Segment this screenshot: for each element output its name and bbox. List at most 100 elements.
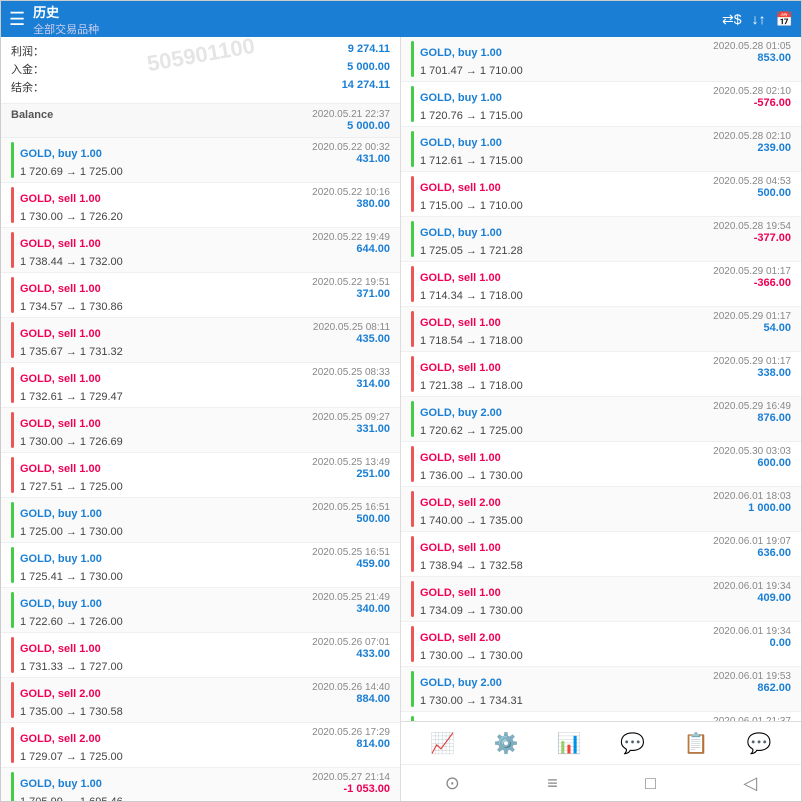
settings-icon[interactable]: ⚙️ — [494, 731, 519, 756]
trade-type: GOLD, buy 1.00 — [420, 92, 502, 104]
bottom-nav: 📈 ⚙️ 📊 💬 📋 💬 ⊙ ≡ □ ◁ — [401, 721, 801, 801]
chart-icon[interactable]: 📈 — [430, 731, 455, 756]
trade-type: GOLD, sell 1.00 — [20, 418, 101, 430]
list-item[interactable]: GOLD, buy 1.00 2020.05.25 16:51 500.00 1… — [1, 498, 400, 543]
back-bar-icon[interactable]: ◁ — [743, 773, 757, 794]
trade-prices: 1 718.54 → 1 718.00 — [420, 335, 791, 347]
news-icon[interactable]: 📋 — [684, 731, 709, 756]
trade-prices: 1 738.94 → 1 732.58 — [420, 560, 791, 572]
list-item[interactable]: GOLD, sell 2.00 2020.06.01 18:03 1 000.0… — [401, 487, 801, 532]
list-item[interactable]: GOLD, buy 2.00 2020.06.01 19:53 862.00 1… — [401, 667, 801, 712]
balance-entry-value: 5 000.00 — [312, 120, 390, 132]
list-item[interactable]: GOLD, buy 1.00 2020.05.27 21:14 -1 053.0… — [1, 768, 400, 801]
list-item[interactable]: GOLD, sell 1.00 2020.06.01 19:07 636.00 … — [401, 532, 801, 577]
list-item[interactable]: GOLD, sell 1.00 2020.05.22 19:51 371.00 … — [1, 273, 400, 318]
trade-date: 2020.05.28 02:10 — [713, 86, 791, 97]
list-item[interactable]: GOLD, sell 1.00 2020.05.22 10:16 380.00 … — [1, 183, 400, 228]
trade-date: 2020.05.29 01:17 — [713, 266, 791, 277]
sort-icon[interactable]: ↓↑ — [752, 11, 766, 27]
balance-label: 结余： — [11, 79, 44, 95]
trade-prices: 1 701.47 → 1 710.00 — [420, 65, 791, 77]
trade-type: GOLD, sell 1.00 — [20, 373, 101, 385]
trade-prices: 1 705.99 → 1 695.46 — [20, 796, 390, 801]
trade-profit: 409.00 — [713, 592, 791, 604]
app-header: ☰ 历史 全部交易品种 ⇄$ ↓↑ 📅 — [1, 1, 801, 37]
trade-profit: 435.00 — [313, 333, 390, 345]
list-item[interactable]: GOLD, buy 1.00 2020.05.25 16:51 459.00 1… — [1, 543, 400, 588]
list-item[interactable]: GOLD, sell 1.00 2020.06.01 19:34 409.00 … — [401, 577, 801, 622]
list-item[interactable]: GOLD, buy 2.00 2020.05.29 16:49 876.00 1… — [401, 397, 801, 442]
chat-icon[interactable]: 💬 — [747, 731, 772, 756]
trade-profit: -576.00 — [713, 97, 791, 109]
messages-icon[interactable]: 💬 — [620, 731, 645, 756]
list-item[interactable]: GOLD, buy 1.00 2020.05.28 19:54 -377.00 … — [401, 217, 801, 262]
trade-profit: 600.00 — [713, 457, 791, 469]
trade-prices: 1 727.51 → 1 725.00 — [20, 481, 390, 493]
analytics-icon[interactable]: 📊 — [557, 731, 582, 756]
trade-profit: 431.00 — [312, 153, 390, 165]
list-item[interactable]: GOLD, buy 1.00 2020.05.28 02:10 239.00 1… — [401, 127, 801, 172]
trade-type: GOLD, sell 1.00 — [420, 272, 501, 284]
list-item[interactable]: GOLD, sell 1.00 2020.05.29 01:17 -366.00… — [401, 262, 801, 307]
trade-profit: -1 053.00 — [312, 783, 390, 795]
transfer-icon[interactable]: ⇄$ — [722, 11, 742, 28]
trade-date: 2020.05.22 19:51 — [312, 277, 390, 288]
list-item[interactable]: GOLD, sell 1.00 2020.05.25 08:33 314.00 … — [1, 363, 400, 408]
trade-prices: 1 725.05 → 1 721.28 — [420, 245, 791, 257]
list-item[interactable]: GOLD, buy 1.00 2020.05.28 01:05 853.00 1… — [401, 37, 801, 82]
trade-prices: 1 729.07 → 1 725.00 — [20, 751, 390, 763]
trade-date: 2020.06.01 19:53 — [713, 671, 791, 682]
balance-entry: Balance 2020.05.21 22:37 5 000.00 — [1, 104, 400, 138]
list-item[interactable]: GOLD, sell 1.00 2020.05.29 01:17 54.00 1… — [401, 307, 801, 352]
menu-bar-icon[interactable]: ≡ — [547, 773, 558, 794]
list-item[interactable]: GOLD, buy 2.00 2020.06.01 21:37 1 000.00… — [401, 712, 801, 721]
trade-prices: 1 740.00 → 1 735.00 — [420, 515, 791, 527]
list-item[interactable]: GOLD, buy 1.00 2020.05.22 00:32 431.00 1… — [1, 138, 400, 183]
square-bar-icon[interactable]: □ — [645, 773, 656, 794]
trade-prices: 1 730.00 → 1 726.69 — [20, 436, 390, 448]
trade-prices: 1 734.57 → 1 730.86 — [20, 301, 390, 313]
trade-type: GOLD, sell 1.00 — [20, 193, 101, 205]
list-item[interactable]: GOLD, sell 1.00 2020.05.26 07:01 433.00 … — [1, 633, 400, 678]
list-item[interactable]: GOLD, sell 1.00 2020.05.25 08:11 435.00 … — [1, 318, 400, 363]
home-bar-icon[interactable]: ⊙ — [445, 773, 460, 794]
list-item[interactable]: GOLD, sell 1.00 2020.05.25 09:27 331.00 … — [1, 408, 400, 453]
balance-value: 14 274.11 — [342, 79, 390, 95]
trade-type: GOLD, sell 1.00 — [420, 317, 501, 329]
trade-date: 2020.05.22 19:49 — [312, 232, 390, 243]
trade-profit: 884.00 — [312, 693, 390, 705]
trade-prices: 1 725.41 → 1 730.00 — [20, 571, 390, 583]
list-item[interactable]: GOLD, sell 2.00 2020.05.26 14:40 884.00 … — [1, 678, 400, 723]
trade-type: GOLD, sell 1.00 — [420, 182, 501, 194]
list-item[interactable]: GOLD, sell 1.00 2020.05.28 04:53 500.00 … — [401, 172, 801, 217]
trade-prices: 1 715.00 → 1 710.00 — [420, 200, 791, 212]
list-item[interactable]: GOLD, buy 1.00 2020.05.28 02:10 -576.00 … — [401, 82, 801, 127]
trade-date: 2020.05.25 09:27 — [312, 412, 390, 423]
trade-prices: 1 712.61 → 1 715.00 — [420, 155, 791, 167]
balance-entry-date: 2020.05.21 22:37 — [312, 109, 390, 120]
trade-profit: 54.00 — [713, 322, 791, 334]
trade-type: GOLD, buy 1.00 — [20, 778, 102, 790]
trade-type: GOLD, sell 1.00 — [20, 463, 101, 475]
trade-profit: -366.00 — [713, 277, 791, 289]
list-item[interactable]: GOLD, sell 1.00 2020.05.30 03:03 600.00 … — [401, 442, 801, 487]
calendar-icon[interactable]: 📅 — [776, 11, 793, 28]
trade-profit: 500.00 — [312, 513, 390, 525]
trade-date: 2020.05.26 07:01 — [312, 637, 390, 648]
menu-icon[interactable]: ☰ — [9, 9, 25, 30]
list-item[interactable]: GOLD, sell 1.00 2020.05.22 19:49 644.00 … — [1, 228, 400, 273]
trade-profit: 433.00 — [312, 648, 390, 660]
trade-prices: 1 714.34 → 1 718.00 — [420, 290, 791, 302]
deposit-value: 5 000.00 — [347, 61, 390, 77]
list-item[interactable]: GOLD, sell 2.00 2020.05.26 17:29 814.00 … — [1, 723, 400, 768]
trade-type: GOLD, buy 1.00 — [420, 47, 502, 59]
trade-date: 2020.05.25 21:49 — [312, 592, 390, 603]
list-item[interactable]: GOLD, sell 1.00 2020.05.25 13:49 251.00 … — [1, 453, 400, 498]
trade-date: 2020.05.25 16:51 — [312, 547, 390, 558]
trade-prices: 1 734.09 → 1 730.00 — [420, 605, 791, 617]
trade-type: GOLD, buy 2.00 — [420, 677, 502, 689]
list-item[interactable]: GOLD, sell 1.00 2020.05.29 01:17 338.00 … — [401, 352, 801, 397]
list-item[interactable]: GOLD, sell 2.00 2020.06.01 19:34 0.00 1 … — [401, 622, 801, 667]
list-item[interactable]: GOLD, buy 1.00 2020.05.25 21:49 340.00 1… — [1, 588, 400, 633]
header-subtitle: 全部交易品种 — [33, 21, 714, 37]
